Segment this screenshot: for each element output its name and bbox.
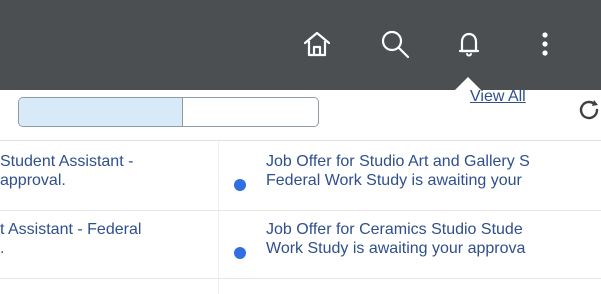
refresh-icon[interactable] xyxy=(577,98,601,122)
tab-primary[interactable] xyxy=(19,98,184,126)
unread-indicator xyxy=(234,179,246,191)
right-notification-text[interactable]: Job Offer for Ceramics Studio Stude Work… xyxy=(266,220,601,258)
tab-secondary[interactable] xyxy=(183,98,318,126)
notifications-toolbar: View All xyxy=(0,88,601,142)
left-notification-text[interactable]: Student Assistant - approval. xyxy=(0,152,190,190)
list-item[interactable]: Student Assistant - approval. Job Offer … xyxy=(0,142,601,211)
list-item[interactable]: t Assistant - Federal . Job Offer for Ce… xyxy=(0,210,601,279)
notification-tab-bar xyxy=(18,97,319,127)
left-notification-text[interactable]: t Assistant - Federal . xyxy=(0,220,190,258)
search-icon[interactable] xyxy=(371,20,419,68)
toolbar-divider xyxy=(0,140,601,141)
notification-list: Student Assistant - approval. Job Offer … xyxy=(0,142,601,294)
home-icon[interactable] xyxy=(293,20,341,68)
more-vertical-icon[interactable] xyxy=(521,20,569,68)
top-navigation-bar xyxy=(0,0,601,90)
notifications-page: View All Student Assistant - approval. J… xyxy=(0,0,601,294)
unread-indicator xyxy=(234,247,246,259)
right-notification-text[interactable]: Job Offer for Studio Art and Gallery S F… xyxy=(266,152,601,190)
notifications-panel: View All Student Assistant - approval. J… xyxy=(0,88,601,294)
view-all-link[interactable]: View All xyxy=(470,88,526,106)
bell-icon[interactable] xyxy=(445,20,493,68)
